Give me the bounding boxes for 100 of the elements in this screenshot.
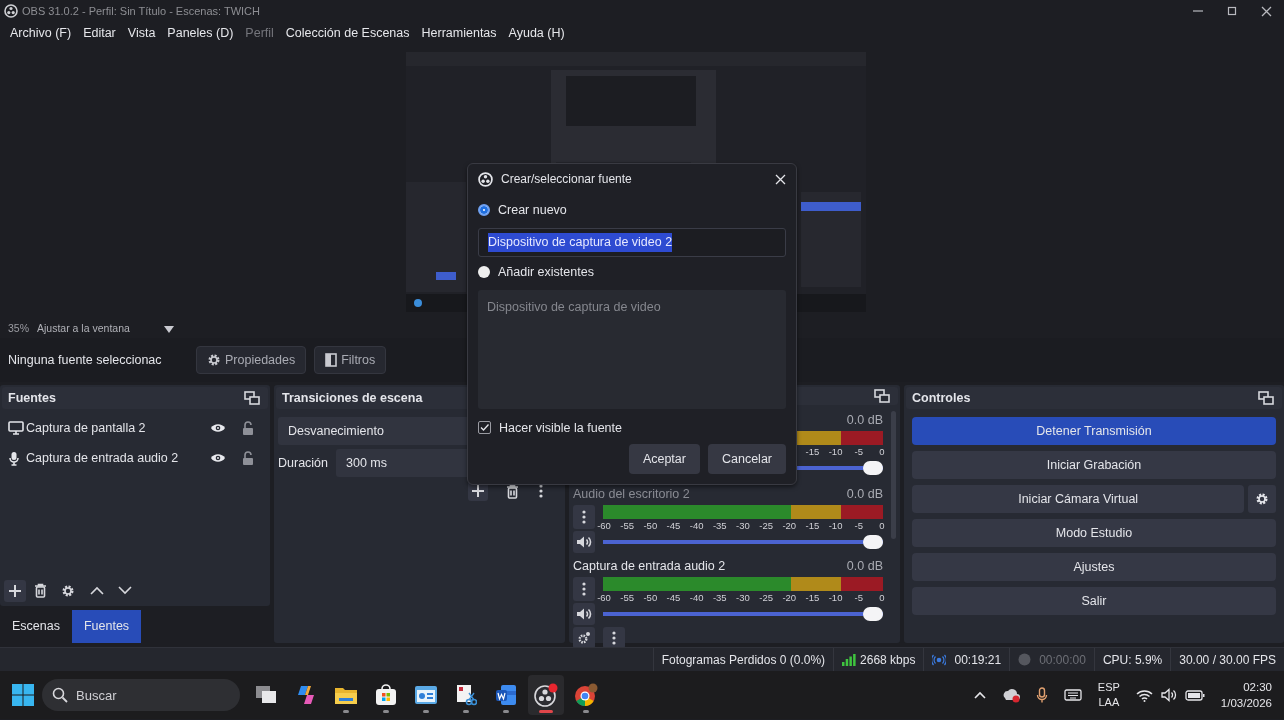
unlock-icon[interactable] [242,450,254,466]
ok-button[interactable]: Aceptar [628,444,700,475]
tick-label: -55 [619,592,635,603]
speaker-icon[interactable] [1160,688,1177,702]
menu-item[interactable]: Paneles (D) [161,23,240,43]
tick-label: -45 [665,520,682,531]
dock-title: Fuentes [8,389,56,407]
visibility-icon[interactable] [210,422,226,434]
speaker-icon [576,607,592,621]
slider-thumb[interactable] [863,535,883,549]
folder-icon[interactable] [334,685,358,705]
window-title: OBS 31.0.2 - Perfil: Sin Título - Escenas: TWICH [22,3,260,19]
tick-label: -60 [596,520,612,531]
maximize-icon[interactable] [1227,6,1237,16]
close-icon[interactable] [775,173,786,185]
slider-thumb[interactable] [863,607,883,621]
trash-icon [34,583,47,598]
menu-item[interactable]: Archivo (F) [4,23,78,43]
settings-button[interactable] [1248,485,1276,513]
tick-label: -20 [781,520,798,531]
clock-time[interactable]: 02:30 [1243,679,1272,695]
more-button[interactable] [573,577,595,601]
radio-label[interactable]: Crear nuevo [498,201,567,220]
keyboard-icon[interactable] [1063,689,1082,701]
search-icon [52,687,68,703]
dock-tab[interactable]: Escenas [0,610,72,643]
windows-icon[interactable] [255,685,277,705]
properties-button[interactable]: Propiedades [196,346,307,374]
add-icon [8,583,22,598]
trash-icon [506,483,519,499]
check-icon [479,422,490,434]
radio-button[interactable] [478,266,490,279]
chart-window-icon[interactable] [414,685,438,705]
tick-label: 0 [878,520,886,531]
menu-item[interactable]: Vista [121,23,162,43]
scissors-icon[interactable] [455,684,477,706]
filters-button[interactable]: Filtros [314,346,387,374]
source-item[interactable]: Captura de entrada audio 2 [26,448,179,468]
browser-icon[interactable] [574,683,598,707]
more-button[interactable] [603,627,625,649]
undock-icon [1258,391,1274,405]
menu-item[interactable]: Herramientas [415,23,503,43]
cloud-error-icon[interactable] [1001,687,1020,703]
volume-reading: 0.0 dB [846,558,883,573]
more-button[interactable] [573,505,595,529]
microphone-icon[interactable] [1035,686,1048,704]
tick-label: -5 [853,520,864,531]
windows-logo-icon[interactable] [12,684,34,706]
tick-label: -15 [804,592,821,603]
language-indicator[interactable]: LAA [1098,695,1120,710]
mute-button[interactable] [573,531,595,553]
control-button[interactable]: Salir [912,587,1276,615]
tick-label: -5 [853,592,864,603]
wifi-icon[interactable] [1135,688,1153,702]
cancel-button[interactable]: Cancelar [707,444,786,475]
obs-logo-icon [478,171,493,187]
menu-item[interactable]: Editar [77,23,122,43]
chevron-up-icon[interactable] [973,691,986,699]
name-field[interactable]: Dispositivo de captura de video 2 [478,227,786,257]
slider-thumb[interactable] [863,461,883,475]
language-indicator[interactable]: ESP [1097,680,1120,695]
search-field[interactable]: Buscar [42,679,240,711]
tick-label: -30 [735,592,751,603]
document-w-icon[interactable] [495,684,517,706]
undock-button[interactable] [872,387,892,405]
control-button[interactable]: Ajustes [912,553,1276,581]
undock-button[interactable] [242,389,262,407]
undock-button[interactable] [1256,389,1276,407]
radio-label[interactable]: Añadir existentes [498,262,594,282]
visibility-icon[interactable] [210,452,226,464]
microphone-icon [8,450,20,466]
dock-tab[interactable]: Fuentes [71,610,142,643]
control-button[interactable]: Iniciar Cámara Virtual [912,485,1245,513]
checkbox[interactable] [478,421,491,435]
gears-icon [577,631,591,645]
mute-button[interactable] [573,603,595,625]
close-window-icon[interactable] [1261,5,1272,17]
menu-item[interactable]: Ayuda (H) [502,23,571,43]
add-button[interactable] [4,579,26,602]
control-button[interactable]: Modo Estudio [912,519,1276,547]
radio-button[interactable] [478,204,490,217]
shopping-bag-icon[interactable] [375,684,397,706]
obs-logo-icon[interactable] [534,683,558,707]
zoom-dropdown[interactable]: Ajustar a la ventana [37,321,174,337]
advanced-audio-button[interactable] [573,627,595,649]
dock-title: Controles [912,389,971,407]
battery-icon[interactable] [1184,689,1205,701]
stream-time: 00:19:21 [954,651,1002,669]
menu-item[interactable]: Colección de Escenas [279,23,416,43]
tick-label: 0 [878,446,886,457]
unlock-icon[interactable] [242,420,254,436]
clock-date[interactable]: 1/03/2026 [1220,695,1272,711]
control-button[interactable]: Detener Transmisión [912,417,1276,445]
channel-name: Audio del escritorio 2 [573,486,690,501]
source-item[interactable]: Captura de pantalla 2 [26,418,146,438]
streaming-icon [932,653,947,666]
swirl-icon[interactable] [295,684,317,706]
bitrate: 2668 kbps [860,651,916,669]
add-icon [471,484,485,498]
control-button[interactable]: Iniciar Grabación [912,451,1276,479]
